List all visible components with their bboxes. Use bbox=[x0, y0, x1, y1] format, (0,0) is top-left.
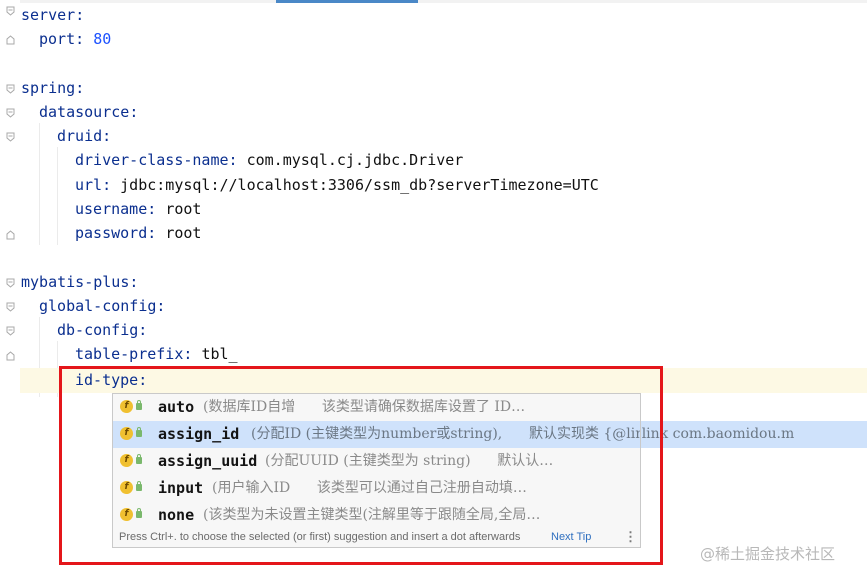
yaml-key: url bbox=[75, 176, 103, 194]
code-line[interactable]: server: bbox=[21, 3, 84, 28]
code-line[interactable]: mybatis-plus: bbox=[21, 270, 138, 295]
yaml-key: port bbox=[39, 30, 76, 48]
fold-open-icon[interactable] bbox=[6, 108, 15, 118]
yaml-key: datasource bbox=[39, 103, 130, 121]
yaml-key: spring bbox=[21, 79, 76, 97]
yaml-key: druid bbox=[57, 127, 103, 145]
yaml-key: password bbox=[75, 224, 148, 242]
code-line[interactable]: global-config: bbox=[39, 294, 165, 319]
yaml-value: 80 bbox=[93, 30, 112, 48]
annotation-highlight-box bbox=[59, 366, 663, 565]
active-tab-indicator[interactable] bbox=[276, 0, 418, 3]
yaml-separator: : bbox=[147, 224, 166, 242]
yaml-separator: : bbox=[129, 103, 139, 121]
fold-open-icon[interactable] bbox=[6, 6, 15, 16]
editor-tab-strip bbox=[0, 0, 867, 3]
yaml-key: driver-class-name bbox=[75, 151, 229, 169]
editor-gutter bbox=[0, 0, 20, 572]
yaml-value: root bbox=[165, 200, 202, 218]
fold-open-icon[interactable] bbox=[6, 84, 15, 94]
yaml-separator: : bbox=[183, 345, 202, 363]
yaml-separator: : bbox=[102, 127, 112, 145]
yaml-value: com.mysql.cj.jdbc.Driver bbox=[246, 151, 464, 169]
yaml-key: db-config bbox=[57, 321, 139, 339]
yaml-key: table-prefix bbox=[75, 345, 184, 363]
watermark: @稀土掘金技术社区 bbox=[700, 545, 836, 563]
code-line[interactable]: username: root bbox=[75, 197, 201, 222]
yaml-key: mybatis-plus bbox=[21, 273, 130, 291]
yaml-value: tbl_ bbox=[201, 345, 238, 363]
yaml-key: global-config bbox=[39, 297, 157, 315]
yaml-separator: : bbox=[228, 151, 247, 169]
yaml-separator: : bbox=[102, 176, 121, 194]
indent-guide bbox=[57, 147, 58, 245]
yaml-separator: : bbox=[156, 297, 166, 315]
yaml-key: server bbox=[21, 6, 76, 24]
yaml-value: jdbc:mysql://localhost:3306/ssm_db?serve… bbox=[120, 176, 599, 194]
yaml-value: root bbox=[165, 224, 202, 242]
code-line[interactable]: table-prefix: tbl_ bbox=[75, 342, 238, 367]
code-line[interactable]: port: 80 bbox=[39, 27, 111, 52]
yaml-separator: : bbox=[147, 200, 166, 218]
selected-item-overflow: {@link com.baomidou.m bbox=[641, 421, 867, 448]
yaml-separator: : bbox=[75, 79, 85, 97]
yaml-separator: : bbox=[138, 321, 148, 339]
code-line[interactable]: url: jdbc:mysql://localhost:3306/ssm_db?… bbox=[75, 173, 599, 198]
yaml-separator: : bbox=[129, 273, 139, 291]
fold-close-icon[interactable] bbox=[6, 230, 15, 240]
fold-close-icon[interactable] bbox=[6, 35, 15, 45]
yaml-key: username bbox=[75, 200, 148, 218]
code-line[interactable]: db-config: bbox=[57, 318, 147, 343]
fold-close-icon[interactable] bbox=[6, 351, 15, 361]
code-line[interactable]: datasource: bbox=[39, 100, 138, 125]
code-line[interactable]: druid: bbox=[57, 124, 111, 149]
code-line[interactable]: spring: bbox=[21, 76, 84, 101]
fold-open-icon[interactable] bbox=[6, 132, 15, 142]
yaml-separator: : bbox=[75, 30, 94, 48]
code-line[interactable]: password: root bbox=[75, 221, 201, 246]
indent-guide bbox=[39, 123, 40, 245]
fold-open-icon[interactable] bbox=[6, 326, 15, 336]
fold-open-icon[interactable] bbox=[6, 302, 15, 312]
yaml-separator: : bbox=[75, 6, 85, 24]
fold-open-icon[interactable] bbox=[6, 278, 15, 288]
code-line[interactable]: driver-class-name: com.mysql.cj.jdbc.Dri… bbox=[75, 148, 463, 173]
